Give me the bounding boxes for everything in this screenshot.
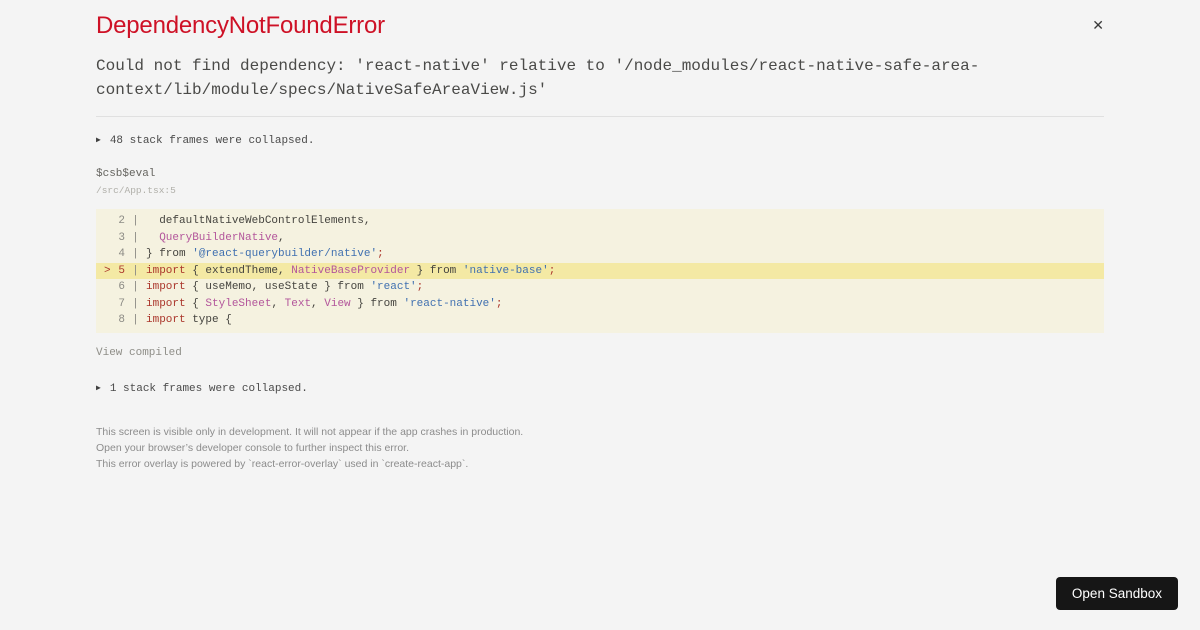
gutter-separator: |: [132, 231, 139, 244]
divider: [96, 116, 1104, 117]
code-token: {: [185, 297, 206, 310]
collapse-toggle-top[interactable]: ▶ 48 stack frames were collapsed.: [96, 135, 314, 147]
code-token: { extendTheme,: [185, 264, 292, 277]
code-token: 'react-native': [403, 297, 496, 310]
code-token: import: [146, 264, 186, 277]
collapse-toggle-bottom[interactable]: ▶ 1 stack frames were collapsed.: [96, 383, 308, 395]
code-token: ;: [495, 297, 503, 310]
close-button[interactable]: ✕: [1092, 19, 1104, 33]
footer-line-development: This screen is visible only in developme…: [96, 425, 524, 438]
error-message: Could not find dependency: 'react-native…: [96, 57, 980, 99]
stack-frame: $csb$eval /src/App.tsx:5: [96, 168, 1104, 196]
open-sandbox-button[interactable]: Open Sandbox: [1055, 577, 1178, 610]
code-gutter: 6 |: [96, 279, 146, 296]
code-text: import { StyleSheet, Text, View } from '…: [146, 296, 503, 313]
code-token: StyleSheet: [205, 297, 272, 310]
code-token: import: [146, 314, 186, 326]
code-token: ,: [271, 297, 285, 310]
code-gutter: 8 |: [96, 312, 146, 329]
code-token: ;: [416, 281, 424, 293]
code-line: 3 | QueryBuilderNative,: [96, 230, 1104, 247]
code-token: QueryBuilderNative: [159, 231, 279, 244]
code-line: 8 | import type {: [96, 312, 1104, 329]
code-gutter: 3 |: [96, 230, 146, 247]
code-text: defaultNativeWebControlElements,: [146, 213, 370, 230]
code-text: import type {: [146, 312, 232, 329]
code-token: View: [324, 297, 351, 310]
code-token: } from: [350, 297, 404, 310]
code-line: 4 | } from '@react-querybuilder/native';: [96, 246, 1104, 263]
footer-line-console: Open your browser’s developer console to…: [96, 441, 410, 454]
collapsed-frames-label: 48 stack frames were collapsed.: [109, 135, 315, 147]
line-number: 6: [118, 281, 125, 293]
code-token: ;: [377, 248, 384, 260]
gutter-separator: |: [132, 281, 139, 293]
code-token: NativeBaseProvider: [291, 264, 411, 277]
code-line: 2 | defaultNativeWebControlElements,: [96, 213, 1104, 230]
code-token: } from: [146, 248, 193, 260]
code-token: { useMemo, useState } from: [185, 281, 371, 293]
line-number: 5: [118, 264, 125, 277]
code-line: 7 | import { StyleSheet, Text, View } fro…: [96, 296, 1104, 313]
code-token: '@react-querybuilder/native': [192, 248, 378, 260]
footer-line-powered-by: This error overlay is powered by `react-…: [96, 458, 469, 471]
view-compiled-link[interactable]: View compiled: [96, 347, 182, 359]
gutter-separator: |: [132, 215, 139, 227]
code-text: QueryBuilderNative,: [146, 230, 285, 247]
overlay-header: DependencyNotFoundError ✕: [96, 12, 1104, 40]
close-icon: ✕: [1092, 18, 1104, 34]
frame-function-name: $csb$eval: [96, 168, 156, 180]
code-token: import: [146, 281, 186, 293]
code-token: ,: [311, 297, 325, 310]
caret-right-icon: ▶: [96, 136, 101, 145]
gutter-separator: |: [132, 314, 139, 326]
line-number: 4: [118, 248, 125, 260]
gutter-separator: |: [132, 248, 139, 260]
code-token: defaultNativeWebControlElements,: [146, 215, 371, 227]
line-number: 2: [118, 215, 125, 227]
line-number: 3: [118, 231, 125, 244]
error-title: DependencyNotFoundError: [96, 12, 385, 39]
code-gutter: 2 |: [96, 213, 146, 230]
code-token: 'react': [370, 281, 417, 293]
caret-right-icon: ▶: [96, 383, 101, 393]
code-line-highlighted: >5 | import { extendTheme, NativeBaseProv…: [96, 262, 1104, 280]
code-token: ;: [548, 264, 556, 277]
gutter-separator: |: [132, 297, 139, 310]
code-text: } from '@react-querybuilder/native';: [146, 246, 384, 263]
footer-note: This screen is visible only in developme…: [96, 424, 1104, 473]
code-token: } from: [410, 264, 463, 277]
code-gutter: >5 |: [96, 263, 146, 280]
frame-file-location: /src/App.tsx:5: [96, 185, 176, 196]
code-token: 'native-base': [462, 264, 549, 277]
code-gutter: 7 |: [96, 296, 146, 313]
code-token: ,: [278, 231, 285, 244]
line-number: 7: [118, 297, 125, 310]
code-text: import { extendTheme, NativeBaseProvider…: [146, 263, 555, 280]
collapsed-frames-label: 1 stack frames were collapsed.: [109, 382, 308, 395]
current-line-marker: >: [104, 264, 111, 277]
code-token: import: [146, 297, 186, 310]
code-token: type {: [185, 314, 232, 326]
line-number: 8: [118, 314, 125, 326]
gutter-separator: |: [132, 264, 139, 277]
code-gutter: 4 |: [96, 246, 146, 263]
code-line: 6 | import { useMemo, useState } from 're…: [96, 279, 1104, 296]
code-frame: 2 | defaultNativeWebControlElements, 3 | Q…: [96, 209, 1104, 333]
code-text: import { useMemo, useState } from 'react…: [146, 279, 423, 296]
code-token: Text: [284, 297, 312, 310]
error-overlay: DependencyNotFoundError ✕ Could not find…: [96, 0, 1104, 472]
